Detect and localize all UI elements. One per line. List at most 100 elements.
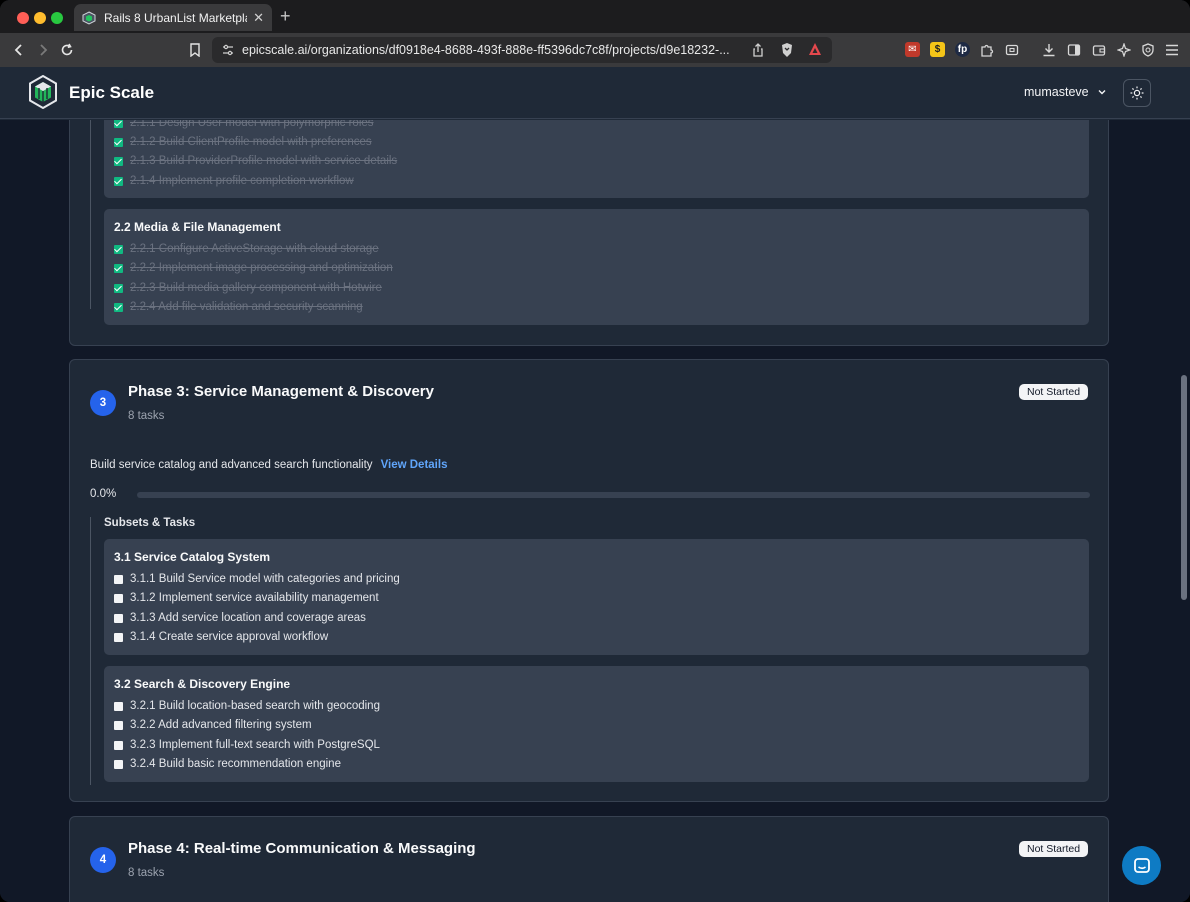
subset-title: 3.2 Search & Discovery Engine: [114, 677, 291, 691]
tab-title: Rails 8 UrbanList Marketplace: [104, 10, 247, 25]
sun-icon: [1130, 86, 1144, 100]
subset-title: 3.1 Service Catalog System: [114, 550, 271, 564]
phase-description-row: Build service catalog and advanced searc…: [90, 459, 447, 471]
wallet-icon[interactable]: [1090, 41, 1108, 59]
task-item[interactable]: 3.2.3 Implement full-text search with Po…: [114, 739, 380, 751]
browser-tab[interactable]: Rails 8 UrbanList Marketplace ✕: [74, 4, 272, 31]
chevron-down-icon: [1098, 90, 1106, 95]
close-window-button[interactable]: [17, 12, 29, 24]
download-icon[interactable]: [1040, 41, 1058, 59]
task-item[interactable]: 3.2.4 Build basic recommendation engine: [114, 758, 341, 770]
task-item[interactable]: 2.1.4 Implement profile completion workf…: [114, 175, 354, 187]
task-item[interactable]: 3.1.4 Create service approval workflow: [114, 631, 328, 643]
checked-checkbox-icon[interactable]: [114, 302, 123, 312]
extension-fp-icon[interactable]: fp: [955, 42, 970, 57]
extension-box-icon[interactable]: [1003, 41, 1021, 59]
subset-tree-line: [90, 120, 91, 309]
task-item[interactable]: 2.1.1 Design User model with polymorphic…: [114, 120, 374, 129]
menu-icon[interactable]: [1163, 41, 1181, 59]
user-name: mumasteve: [1024, 85, 1089, 99]
bookmark-icon[interactable]: [186, 41, 204, 59]
unchecked-checkbox-icon[interactable]: [114, 593, 123, 603]
back-icon[interactable]: [10, 41, 28, 59]
phase-title: Phase 4: Real-time Communication & Messa…: [128, 840, 476, 857]
chat-launcher-button[interactable]: [1122, 846, 1161, 885]
subset-2-1: 2.1.1 Design User model with polymorphic…: [104, 120, 1089, 198]
phase-title: Phase 3: Service Management & Discovery: [128, 383, 434, 400]
task-item[interactable]: 2.2.3 Build media gallery component with…: [114, 282, 382, 294]
brave-rewards-icon[interactable]: [808, 42, 822, 56]
brand-name[interactable]: Epic Scale: [69, 83, 154, 103]
browser-toolbar: epicscale.ai/organizations/df0918e4-8688…: [0, 33, 1190, 67]
task-item[interactable]: 2.2.1 Configure ActiveStorage with cloud…: [114, 243, 379, 255]
subsets-label: Subsets & Tasks: [104, 517, 196, 529]
checked-checkbox-icon[interactable]: [114, 120, 123, 128]
task-item[interactable]: 3.1.2 Implement service availability man…: [114, 592, 379, 604]
sidebar-icon[interactable]: [1065, 41, 1083, 59]
phase-number-badge: 4: [90, 847, 116, 873]
main-content: 2.1.1 Design User model with polymorphic…: [0, 120, 1190, 902]
subset-tree-line: [90, 517, 91, 785]
extension-yellow-icon[interactable]: $: [930, 42, 945, 57]
phase-number-badge: 3: [90, 390, 116, 416]
brave-shields-icon[interactable]: [780, 42, 794, 58]
new-tab-button[interactable]: +: [280, 6, 291, 27]
subset-3-1: 3.1 Service Catalog System 3.1.1 Build S…: [104, 539, 1089, 655]
minimize-window-button[interactable]: [34, 12, 46, 24]
phase-4-card: 4 Phase 4: Real-time Communication & Mes…: [69, 816, 1109, 902]
status-badge: Not Started: [1019, 841, 1089, 857]
phase-description: Build service catalog and advanced searc…: [90, 459, 373, 471]
app-header: Epic Scale mumasteve: [0, 67, 1190, 119]
epic-scale-logo-icon[interactable]: [28, 75, 58, 109]
checked-checkbox-icon[interactable]: [114, 137, 123, 147]
site-settings-icon[interactable]: [222, 44, 234, 56]
unchecked-checkbox-icon[interactable]: [114, 740, 123, 750]
maximize-window-button[interactable]: [51, 12, 63, 24]
address-bar[interactable]: epicscale.ai/organizations/df0918e4-8688…: [212, 37, 832, 63]
checked-checkbox-icon[interactable]: [114, 156, 123, 166]
subset-title: 2.2 Media & File Management: [114, 220, 281, 234]
tab-strip: Rails 8 UrbanList Marketplace ✕ +: [0, 0, 1190, 33]
checked-checkbox-icon[interactable]: [114, 283, 123, 293]
view-details-link[interactable]: View Details: [381, 459, 448, 471]
unchecked-checkbox-icon[interactable]: [114, 701, 123, 711]
phase-task-count: 8 tasks: [128, 867, 165, 879]
reload-icon[interactable]: [58, 41, 76, 59]
progress-bar: [137, 492, 1090, 498]
task-item[interactable]: 2.1.3 Build ProviderProfile model with s…: [114, 155, 397, 167]
progress-percent: 0.0%: [90, 488, 117, 500]
task-item[interactable]: 3.2.1 Build location-based search with g…: [114, 700, 380, 712]
task-item[interactable]: 2.2.4 Add file validation and security s…: [114, 301, 363, 313]
leo-ai-icon[interactable]: [1115, 41, 1133, 59]
browser-window: Rails 8 UrbanList Marketplace ✕ + epicsc…: [0, 0, 1190, 902]
subset-2-2: 2.2 Media & File Management 2.2.1 Config…: [104, 209, 1089, 325]
extension-red-icon[interactable]: ✉: [905, 42, 920, 57]
epicscale-favicon-icon: [82, 10, 96, 25]
task-item[interactable]: 2.2.2 Implement image processing and opt…: [114, 262, 393, 274]
task-item[interactable]: 3.2.2 Add advanced filtering system: [114, 719, 312, 731]
unchecked-checkbox-icon[interactable]: [114, 632, 123, 642]
forward-icon[interactable]: [34, 41, 52, 59]
unchecked-checkbox-icon[interactable]: [114, 759, 123, 769]
vpn-shield-icon[interactable]: [1139, 41, 1157, 59]
unchecked-checkbox-icon[interactable]: [114, 720, 123, 730]
scrollbar-thumb[interactable]: [1181, 375, 1187, 600]
theme-toggle-button[interactable]: [1123, 79, 1151, 107]
chat-icon: [1133, 857, 1150, 873]
status-badge: Not Started: [1019, 384, 1089, 400]
task-item[interactable]: 3.1.3 Add service location and coverage …: [114, 612, 366, 624]
extensions-puzzle-icon[interactable]: [978, 41, 996, 59]
phase-task-count: 8 tasks: [128, 410, 165, 422]
close-tab-icon[interactable]: ✕: [253, 10, 264, 26]
checked-checkbox-icon[interactable]: [114, 176, 123, 186]
share-icon[interactable]: [752, 43, 764, 57]
url-text: epicscale.ai/organizations/df0918e4-8688…: [242, 43, 730, 57]
checked-checkbox-icon[interactable]: [114, 244, 123, 254]
task-item[interactable]: 2.1.2 Build ClientProfile model with pre…: [114, 136, 372, 148]
task-item[interactable]: 3.1.1 Build Service model with categorie…: [114, 573, 400, 585]
subset-3-2: 3.2 Search & Discovery Engine 3.2.1 Buil…: [104, 666, 1089, 782]
user-menu[interactable]: mumasteve: [1024, 85, 1107, 99]
unchecked-checkbox-icon[interactable]: [114, 613, 123, 623]
checked-checkbox-icon[interactable]: [114, 263, 123, 273]
unchecked-checkbox-icon[interactable]: [114, 574, 123, 584]
